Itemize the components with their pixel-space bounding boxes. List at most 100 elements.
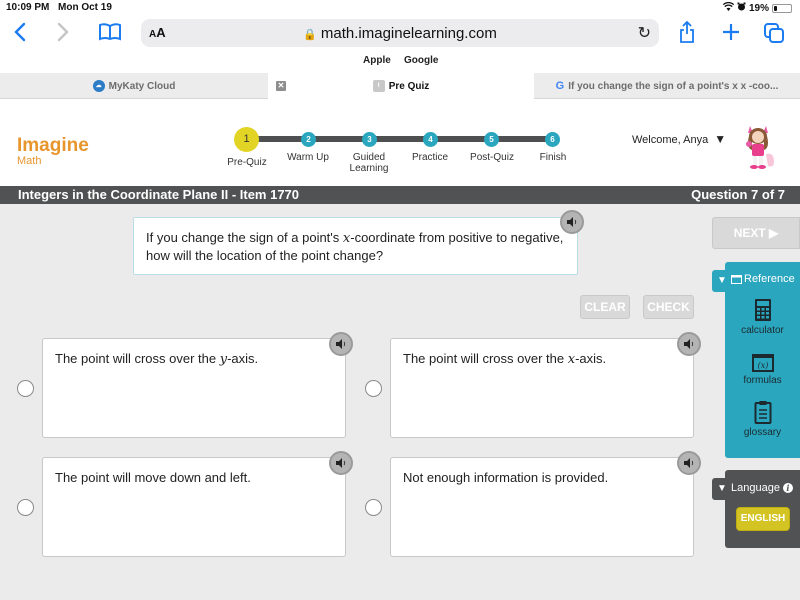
answer-1-audio-button[interactable] <box>329 332 353 356</box>
reference-formulas[interactable]: (x) formulas <box>725 354 800 386</box>
share-icon[interactable] <box>679 20 695 47</box>
answer-variable: x <box>567 352 576 367</box>
question-counter: Question 7 of 7 <box>691 187 785 202</box>
tab-label: Pre Quiz <box>388 80 430 92</box>
browser-tab-bar: ☁ MyKaty Cloud ✕ I Pre Quiz G If you cha… <box>0 73 800 99</box>
svg-text:(x): (x) <box>757 361 768 370</box>
info-icon[interactable]: i <box>782 483 793 493</box>
close-tab-icon[interactable]: ✕ <box>276 81 286 91</box>
mykaty-favicon: ☁ <box>92 80 105 92</box>
tabs-overview-icon[interactable] <box>764 23 784 47</box>
check-button[interactable]: CHECK <box>643 295 694 319</box>
tab-label: If you change the sign of a point's x x … <box>568 80 779 92</box>
speaker-icon <box>336 458 346 468</box>
step-5-label: Post-Quiz <box>470 152 514 163</box>
answer-1-radio[interactable] <box>17 380 34 397</box>
address-bar[interactable]: AA 🔒 math.imaginelearning.com ↻ <box>141 19 659 47</box>
answer-option-4[interactable]: Not enough information is provided. <box>390 457 694 557</box>
step-1-label: Pre-Quiz <box>227 157 267 168</box>
glossary-icon <box>754 401 771 424</box>
clear-button[interactable]: CLEAR <box>580 295 630 319</box>
reference-calculator[interactable]: calculator <box>725 298 800 336</box>
reference-window-icon <box>731 274 742 284</box>
status-indicators: 19% <box>722 1 792 14</box>
speaker-icon <box>336 339 346 349</box>
lesson-title: Integers in the Coordinate Plane II - It… <box>18 187 300 202</box>
reference-item-label: calculator <box>741 325 784 336</box>
question-prompt: If you change the sign of a point's x-co… <box>133 217 578 275</box>
language-title: Language <box>731 482 780 494</box>
battery-percent: 19% <box>748 2 769 14</box>
formulas-icon: (x) <box>751 354 774 372</box>
lesson-title-bar: Integers in the Coordinate Plane II - It… <box>0 186 800 204</box>
answer-2-audio-button[interactable] <box>677 332 701 356</box>
favorite-apple[interactable]: Apple <box>363 55 391 66</box>
tab-mykaty-cloud[interactable]: ☁ MyKaty Cloud <box>0 73 268 99</box>
tab-pre-quiz[interactable]: ✕ I Pre Quiz <box>268 73 534 99</box>
avatar[interactable] <box>738 122 780 170</box>
reload-icon[interactable]: ↻ <box>638 23 651 43</box>
answer-4-radio[interactable] <box>365 499 382 516</box>
browser-toolbar: AA 🔒 math.imaginelearning.com ↻ <box>0 16 800 52</box>
language-header: Language i <box>731 482 793 494</box>
reference-header[interactable]: Reference <box>731 273 795 285</box>
calculator-icon <box>754 299 771 321</box>
speaker-icon <box>567 217 577 227</box>
back-chevron-icon[interactable] <box>14 22 26 46</box>
answer-4-audio-button[interactable] <box>677 451 701 475</box>
step-6-dot: 6 <box>545 132 560 147</box>
logo-math: Math <box>17 155 42 167</box>
wifi-icon <box>722 1 735 14</box>
tab-label: MyKaty Cloud <box>108 80 176 92</box>
url-display[interactable]: 🔒 math.imaginelearning.com <box>141 25 659 42</box>
step-3-label: Guided Learning <box>349 152 389 174</box>
reference-item-label: glossary <box>743 427 782 438</box>
lock-icon: 🔒 <box>303 29 317 41</box>
answer-3-audio-button[interactable] <box>329 451 353 475</box>
speaker-icon <box>684 458 694 468</box>
answer-option-1[interactable]: The point will cross over the y-axis. <box>42 338 346 438</box>
answer-3-radio[interactable] <box>17 499 34 516</box>
question-text-part: If you change the sign of a point's <box>146 230 343 245</box>
url-text: math.imaginelearning.com <box>320 25 497 42</box>
step-6-label: Finish <box>539 152 567 163</box>
speaker-icon <box>684 339 694 349</box>
language-panel: Language i ENGLISH <box>725 470 800 548</box>
language-english-button[interactable]: ENGLISH <box>736 507 790 531</box>
welcome-menu[interactable]: Welcome, Anya ▼ <box>632 132 726 146</box>
step-5-dot: 5 <box>484 132 499 147</box>
answer-text: The point will cross over the <box>403 351 568 366</box>
answer-2-radio[interactable] <box>365 380 382 397</box>
battery-fill <box>774 5 777 11</box>
answer-text: -axis. <box>227 351 259 366</box>
tab-google-search[interactable]: G If you change the sign of a point's x … <box>534 73 800 99</box>
google-favicon: G <box>555 80 565 92</box>
reference-glossary[interactable]: glossary <box>725 400 800 438</box>
new-tab-plus-icon[interactable] <box>722 23 740 45</box>
reference-item-label: formulas <box>743 375 782 386</box>
status-date: Mon Oct 19 <box>58 2 112 13</box>
app-header: Imagine Math 1 2 3 4 5 6 Pre-Quiz Warm U… <box>0 100 800 186</box>
answer-option-3[interactable]: The point will move down and left. <box>42 457 346 557</box>
step-3-dot: 3 <box>362 132 377 147</box>
reference-panel: Reference calculator (x) formulas glossa… <box>725 262 800 458</box>
step-4-dot: 4 <box>423 132 438 147</box>
answer-variable: y <box>219 352 228 367</box>
alarm-icon <box>737 2 746 14</box>
answer-option-2[interactable]: The point will cross over the x-axis. <box>390 338 694 438</box>
ios-status-bar: 10:09 PM Mon Oct 19 19% <box>0 0 800 16</box>
battery-icon <box>772 3 792 13</box>
favorite-google[interactable]: Google <box>404 55 438 66</box>
answer-text: -axis. <box>575 351 607 366</box>
forward-chevron-icon[interactable] <box>57 22 69 46</box>
next-button[interactable]: NEXT ▶ <box>712 217 800 249</box>
lesson-progress-track <box>247 136 553 142</box>
status-time: 10:09 PM <box>6 2 50 13</box>
logo-imagine: Imagine <box>17 135 89 156</box>
answer-text: Not enough information is provided. <box>403 470 609 485</box>
step-4-label: Practice <box>411 152 449 163</box>
question-audio-button[interactable] <box>560 210 584 234</box>
step-2-label: Warm Up <box>287 152 329 163</box>
caret-down-icon: ▼ <box>714 132 727 146</box>
bookmarks-book-icon[interactable] <box>99 23 121 45</box>
